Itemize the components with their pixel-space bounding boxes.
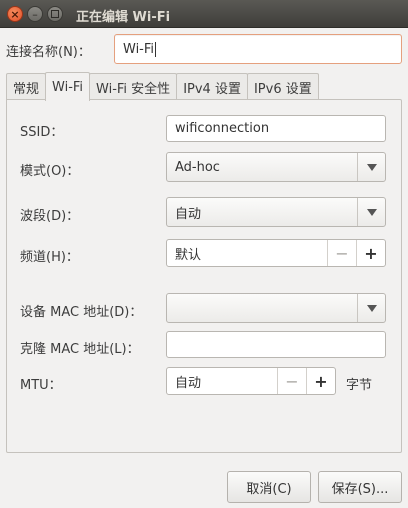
tab-wifi[interactable]: Wi-Fi — [45, 72, 91, 101]
mtu-label: MTU： — [20, 378, 62, 393]
mode-value: Ad-hoc — [175, 159, 220, 175]
minimize-glyph: – — [32, 7, 38, 21]
chevron-down-icon — [357, 198, 385, 226]
channel-label: 频道(H)： — [20, 250, 79, 265]
band-value: 自动 — [175, 206, 202, 222]
text-cursor — [155, 41, 157, 57]
band-dropdown[interactable]: 自动 — [166, 197, 386, 227]
maximize-window-icon[interactable] — [47, 6, 63, 22]
tab-ipv4-settings[interactable]: IPv4 设置 — [176, 73, 248, 100]
save-button[interactable]: 保存(S)... — [318, 471, 402, 503]
mode-dropdown[interactable]: Ad-hoc — [166, 152, 386, 182]
device-mac-label: 设备 MAC 地址(D)： — [20, 305, 143, 320]
band-label: 波段(D)： — [20, 209, 80, 224]
mtu-value: 自动 — [175, 375, 202, 391]
close-window-icon[interactable]: × — [7, 6, 23, 22]
minimize-window-icon[interactable]: – — [27, 6, 43, 22]
mtu-increment-button[interactable]: + — [306, 368, 335, 394]
connection-name-value: Wi-Fi — [123, 41, 155, 57]
cloned-mac-label: 克隆 MAC 地址(L)： — [20, 342, 140, 357]
mtu-spinner[interactable]: 自动 − + — [166, 367, 336, 395]
channel-increment-button[interactable]: + — [356, 240, 385, 266]
ssid-value: wificonnection — [175, 121, 270, 136]
cloned-mac-input[interactable] — [166, 331, 386, 358]
channel-spinner[interactable]: 默认 − + — [166, 239, 386, 267]
mtu-unit-label: 字节 — [346, 378, 373, 393]
mode-label: 模式(O)： — [20, 164, 80, 179]
cancel-button[interactable]: 取消(C) — [227, 471, 311, 503]
tab-general[interactable]: 常规 — [6, 73, 47, 100]
connection-name-label: 连接名称(N)： — [6, 45, 91, 60]
ssid-label: SSID： — [20, 125, 64, 140]
title-bar: × – 正在编辑 Wi-Fi — [0, 0, 408, 28]
tab-bar: 常规 Wi-Fi Wi-Fi 安全性 IPv4 设置 IPv6 设置 — [6, 72, 319, 101]
mtu-decrement-button[interactable]: − — [277, 368, 306, 394]
chevron-down-icon — [357, 294, 385, 322]
chevron-down-icon — [357, 153, 385, 181]
connection-name-input[interactable]: Wi-Fi — [114, 34, 402, 64]
window-title: 正在编辑 Wi-Fi — [76, 10, 171, 25]
ssid-input[interactable]: wificonnection — [166, 115, 386, 142]
tab-ipv6-settings[interactable]: IPv6 设置 — [246, 73, 319, 100]
close-glyph: × — [10, 7, 20, 21]
channel-decrement-button[interactable]: − — [327, 240, 356, 266]
tab-wifi-security[interactable]: Wi-Fi 安全性 — [89, 73, 178, 100]
device-mac-dropdown[interactable] — [166, 293, 386, 323]
edit-connection-window: × – 正在编辑 Wi-Fi 连接名称(N)： Wi-Fi 常规 Wi-Fi W… — [0, 0, 408, 508]
channel-value: 默认 — [175, 247, 202, 263]
